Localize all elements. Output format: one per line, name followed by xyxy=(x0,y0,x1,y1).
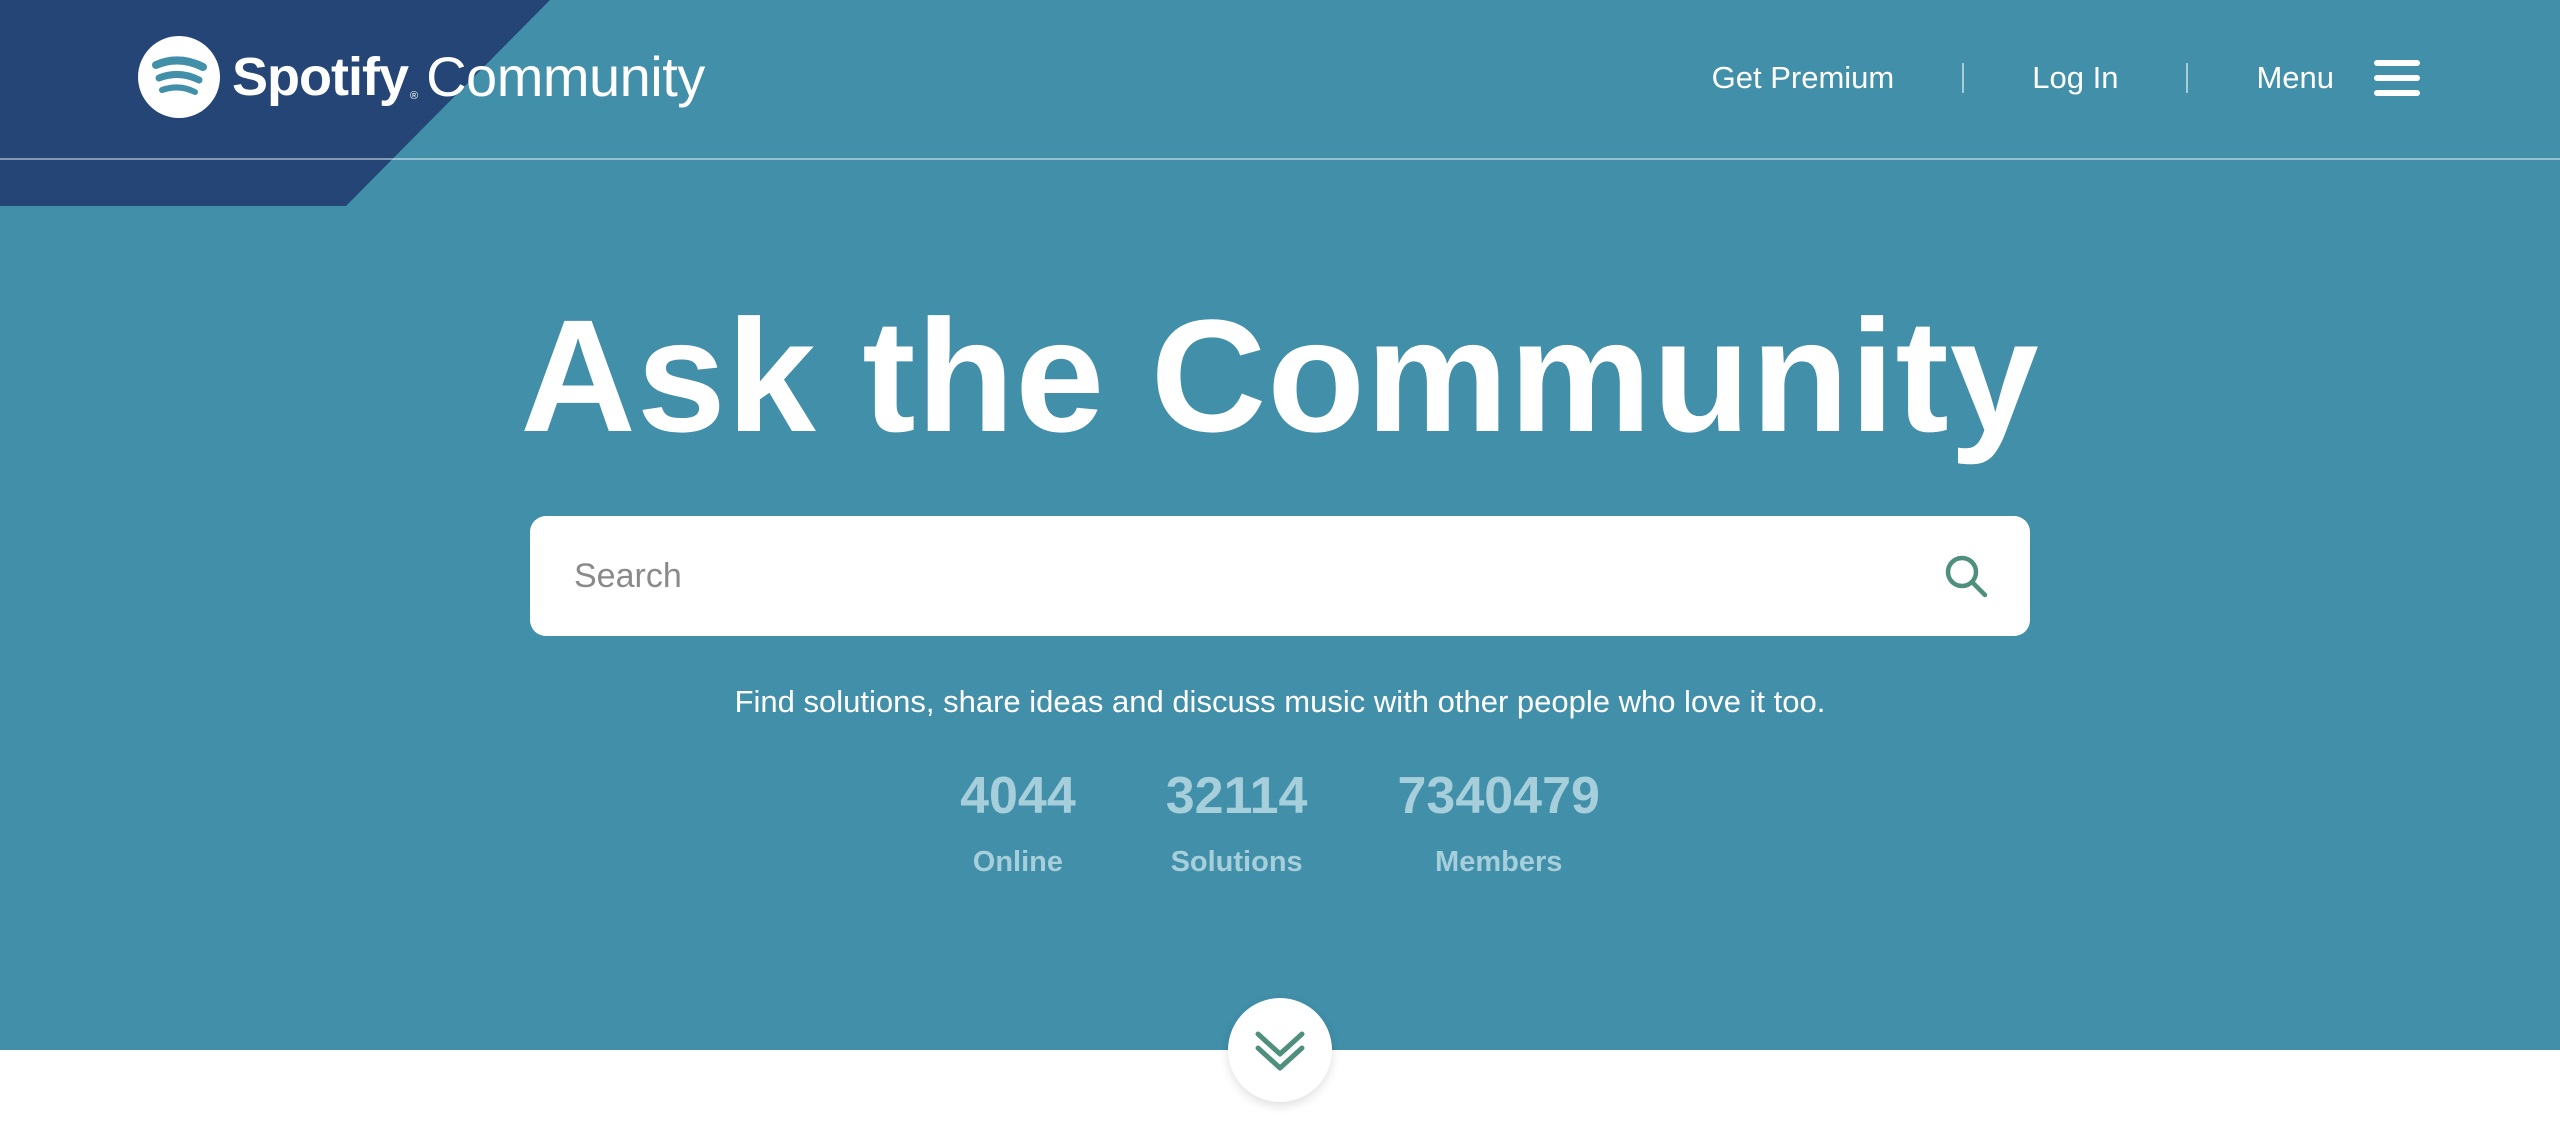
scroll-down-button[interactable] xyxy=(1228,998,1332,1102)
stat-solutions: 32114 Solutions xyxy=(1166,764,1308,882)
logo-registered-mark: ® xyxy=(410,90,419,102)
header-divider xyxy=(0,158,2560,160)
menu-button[interactable]: Menu xyxy=(2252,60,2420,96)
community-stats: 4044 Online 32114 Solutions 7340479 Memb… xyxy=(0,764,2560,882)
log-in-link[interactable]: Log In xyxy=(2028,60,2122,96)
search-icon[interactable] xyxy=(1942,552,1990,600)
spotify-community-logo[interactable]: Spotify ® Community xyxy=(138,36,705,118)
stat-value: 32114 xyxy=(1165,767,1308,825)
stat-label: Members xyxy=(1435,846,1563,878)
spotify-logo-icon xyxy=(138,36,220,118)
hero-tagline: Find solutions, share ideas and discuss … xyxy=(734,684,1826,719)
nav-divider xyxy=(1962,63,1965,93)
hero-section: Spotify ® Community Get Premium Log In M… xyxy=(0,0,2560,1050)
logo-community-text: Community xyxy=(426,45,705,108)
stat-label: Online xyxy=(972,846,1064,878)
get-premium-link[interactable]: Get Premium xyxy=(1708,60,1899,96)
top-navigation: Get Premium Log In Menu xyxy=(1708,38,2420,118)
hamburger-menu-icon xyxy=(2374,60,2420,96)
page-title: Ask the Community xyxy=(520,286,2040,465)
stat-value: 7340479 xyxy=(1397,767,1600,825)
stat-value: 4044 xyxy=(960,767,1076,825)
double-chevron-down-icon xyxy=(1255,1031,1305,1071)
stat-label: Solutions xyxy=(1170,846,1303,878)
stat-members: 7340479 Members xyxy=(1397,764,1599,882)
logo-wordmark: Spotify xyxy=(232,47,409,107)
search-bar xyxy=(530,516,2030,636)
nav-divider xyxy=(2186,63,2189,93)
stat-online: 4044 Online xyxy=(960,764,1076,882)
menu-label: Menu xyxy=(2256,60,2334,95)
search-input[interactable] xyxy=(530,516,1942,636)
